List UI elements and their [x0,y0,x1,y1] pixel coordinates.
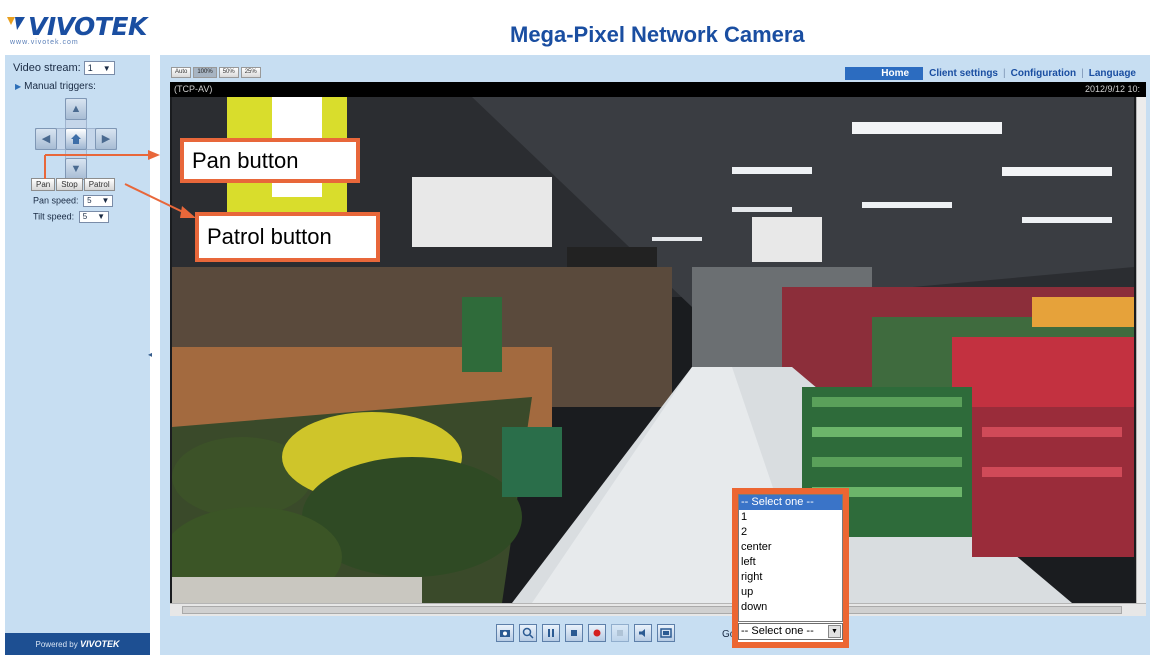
logo-mark-icon [7,17,25,30]
ptz-control-pad: ▲ ▼ ◀ ▶ [35,98,117,180]
tab-home[interactable]: Home [845,67,924,80]
playback-toolbar [496,624,675,642]
powered-by-footer: Powered by VIVOTEK [5,633,150,655]
nav-separator: | [1003,68,1006,79]
video-caption-bar: (TCP-AV) 2012/9/12 10: [170,82,1146,97]
digital-zoom-icon [522,627,534,639]
zoom-50-button[interactable]: 50% [218,67,239,78]
pan-left-button[interactable]: ◀ [35,128,57,150]
preset-option[interactable]: right [739,570,842,585]
snapshot-icon [500,630,510,637]
arrow-right-icon: ▶ [101,133,111,145]
chevron-down-icon: ▼ [97,212,106,221]
video-stream-label: Video stream: [13,61,81,74]
snapshot-button[interactable] [496,624,514,642]
video-stream-row: Video stream: 1 ▼ [13,61,115,75]
scrollbar-thumb[interactable] [182,606,1122,614]
patrol-button-callout: Patrol button [195,212,380,262]
brand-name: VIVOTEK [28,12,147,41]
video-stream-value: 1 [87,63,93,73]
sidebar: Video stream: 1 ▼ ▶ Manual triggers: ▲ ▼ ◀… [5,55,152,655]
pan-speed-select[interactable]: 5 ▼ [83,195,114,207]
tilt-down-button[interactable]: ▼ [65,158,87,180]
mute-button[interactable] [634,624,652,642]
volume-icon [617,630,623,636]
preset-option[interactable]: up [739,585,842,600]
stream-protocol: (TCP-AV) [174,84,213,94]
pan-button[interactable]: Pan [31,178,56,191]
preset-option[interactable]: 2 [739,525,842,540]
tilt-speed-label: Tilt speed: [33,211,75,222]
chevron-down-icon: ▼ [102,64,111,73]
nav-separator: | [1081,68,1084,79]
view-size-buttons: Auto 100% 50% 25% [171,67,261,78]
home-position-button[interactable] [65,128,87,150]
collapse-sidebar-icon[interactable]: ◂ [148,350,152,359]
zoom-100-button[interactable]: 100% [193,67,217,78]
chevron-down-icon[interactable]: ▼ [828,625,841,638]
pause-button[interactable] [542,624,560,642]
volume-button[interactable] [611,624,629,642]
tab-client-settings[interactable]: Client settings [929,68,998,79]
powered-by-brand: VIVOTEK [79,639,120,649]
pan-speed-row: Pan speed: 5 ▼ [33,195,114,207]
pan-speed-value: 5 [87,196,92,205]
preset-dropdown-list[interactable]: -- Select one -- 1 2 center left right u… [738,494,843,622]
brand-url: www.vivotek.com [10,39,79,46]
fullscreen-button[interactable] [657,624,675,642]
chevron-down-icon: ▼ [101,196,110,205]
powered-by-label: Powered by [35,640,78,649]
patrol-controls: Pan Stop Patrol [31,178,115,191]
triangle-right-icon: ▶ [15,82,22,91]
fullscreen-icon [660,628,672,638]
preset-select[interactable]: -- Select one -- ▼ [738,623,843,640]
tab-configuration[interactable]: Configuration [1011,68,1077,79]
arrow-up-icon: ▲ [70,103,82,115]
tilt-speed-row: Tilt speed: 5 ▼ [33,211,110,223]
video-stream-select[interactable]: 1 ▼ [83,61,115,75]
tab-language[interactable]: Language [1089,68,1136,79]
preset-select-value: -- Select one -- [741,625,814,637]
preset-option[interactable]: -- Select one -- [739,495,842,510]
arrow-down-icon: ▼ [70,163,82,175]
pause-icon [548,629,554,637]
preset-option[interactable]: left [739,555,842,570]
preset-dropdown-highlight: -- Select one -- 1 2 center left right u… [732,488,849,648]
page-title: Mega-Pixel Network Camera [510,22,805,47]
digital-zoom-button[interactable] [519,624,537,642]
top-nav: Home Client settings | Configuration | L… [845,67,1136,80]
manual-triggers-toggle[interactable]: ▶ Manual triggers: [15,81,96,92]
manual-triggers-label: Manual triggers: [24,81,96,92]
stop-icon [571,630,577,636]
video-horizontal-scrollbar[interactable] [170,603,1146,616]
home-icon [71,134,81,144]
mute-icon [639,629,645,637]
preset-option[interactable]: 1 [739,510,842,525]
video-timestamp: 2012/9/12 10: [1084,84,1140,94]
stop-stream-button[interactable] [565,624,583,642]
vivotek-logo: VIVOTEK www.vivotek.com [6,12,151,48]
arrow-left-icon: ◀ [41,133,51,145]
tilt-speed-value: 5 [82,212,88,221]
pan-button-callout: Pan button [180,138,360,183]
zoom-25-button[interactable]: 25% [240,67,261,78]
header: VIVOTEK www.vivotek.com Mega-Pixel Netwo… [0,0,1161,55]
video-vertical-scrollbar[interactable] [1136,97,1146,603]
tilt-speed-select[interactable]: 5 ▼ [78,211,110,223]
preset-option[interactable]: center [739,540,842,555]
tilt-up-button[interactable]: ▲ [65,98,87,120]
zoom-auto-button[interactable]: Auto [171,67,192,78]
pan-speed-label: Pan speed: [33,195,79,206]
record-button[interactable] [588,624,606,642]
stop-button[interactable]: Stop [56,178,83,191]
preset-option[interactable]: down [739,600,842,615]
record-icon [593,629,601,637]
patrol-button[interactable]: Patrol [83,178,115,191]
pan-right-button[interactable]: ▶ [95,128,117,150]
